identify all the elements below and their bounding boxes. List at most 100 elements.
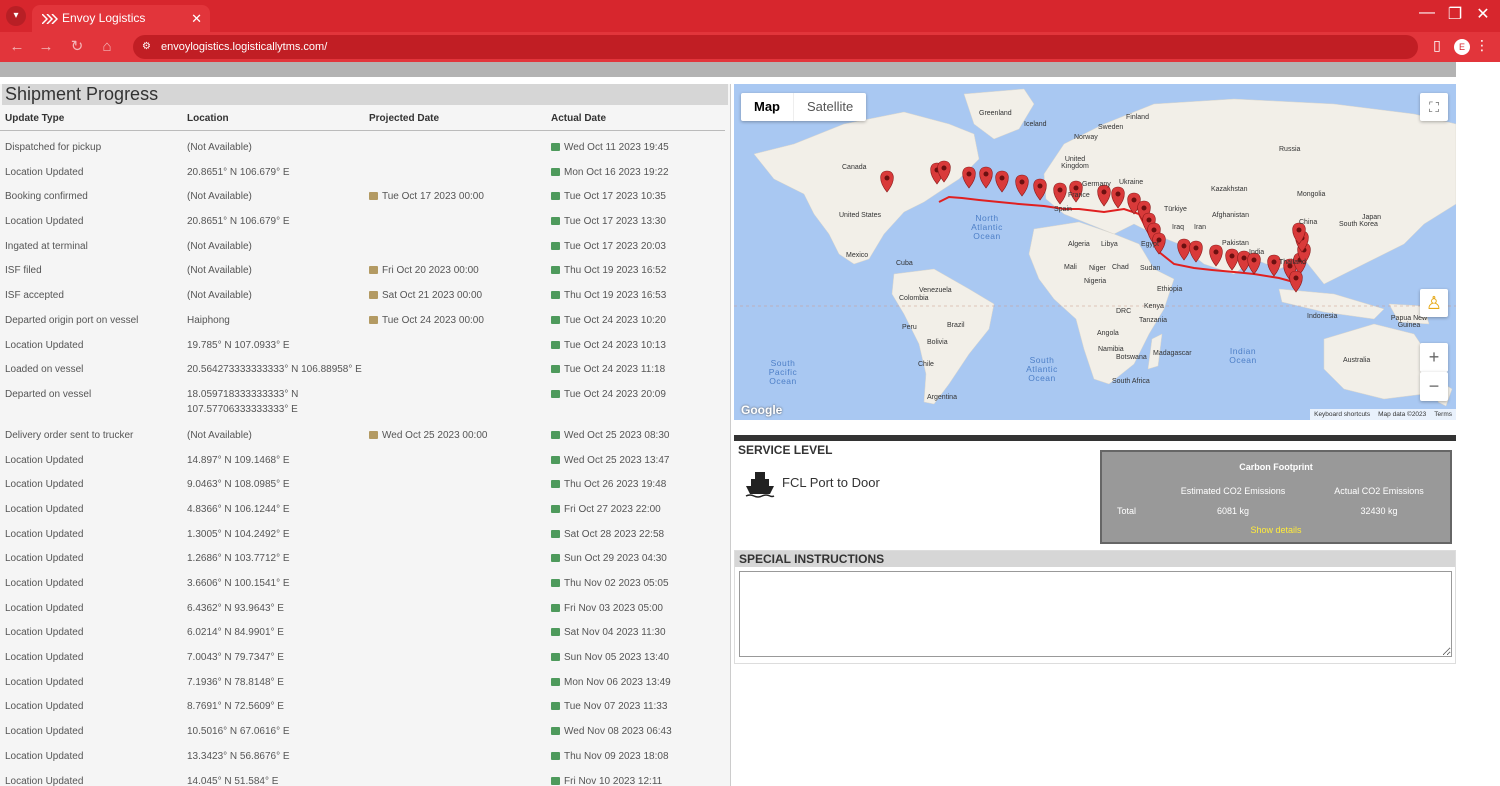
map-type-map-button[interactable]: Map xyxy=(741,93,793,121)
menu-kebab-icon[interactable]: ⋮ xyxy=(1472,37,1492,54)
cell-update-type: Booking confirmed xyxy=(5,191,88,203)
table-row: Delivery order sent to trucker (Not Avail… xyxy=(0,419,731,444)
restore-icon[interactable]: ❐ xyxy=(1440,4,1470,24)
map-label-brazil: Brazil xyxy=(947,322,965,329)
calendar-check-icon xyxy=(551,340,560,349)
cell-location: 6.0214° N 84.9901° E xyxy=(187,627,284,639)
actual-date-text: Wed Nov 08 2023 06:43 xyxy=(564,726,672,738)
cell-actual-date: Tue Nov 07 2023 11:33 xyxy=(551,699,667,714)
map-marker-icon[interactable] xyxy=(979,166,993,189)
header-location: Location xyxy=(187,113,229,124)
map-marker-dot xyxy=(884,175,890,181)
projected-date-text: Tue Oct 17 2023 00:00 xyxy=(382,191,484,203)
table-row: Location Updated 3.6606° N 100.1541° E Thu… xyxy=(0,567,731,592)
tab-search-button[interactable]: ▾ xyxy=(6,6,26,26)
cell-location: 19.785° N 107.0933° E xyxy=(187,339,290,351)
minimize-icon[interactable]: — xyxy=(1412,4,1442,22)
show-details-link[interactable]: Show details xyxy=(1102,525,1450,535)
cell-actual-date: Sat Nov 04 2023 11:30 xyxy=(551,625,666,640)
cell-update-type: Location Updated xyxy=(5,750,84,762)
map-marker-dot xyxy=(1146,217,1152,223)
map-label-norway: Norway xyxy=(1074,134,1098,141)
map-marker-icon[interactable] xyxy=(1015,174,1029,197)
calendar-check-icon xyxy=(551,217,560,226)
profile-avatar[interactable]: E xyxy=(1454,39,1470,55)
map-marker-icon[interactable] xyxy=(1177,238,1191,261)
street-view-pegman-icon[interactable]: ♙ xyxy=(1420,289,1448,317)
cell-actual-date: Fri Nov 03 2023 05:00 xyxy=(551,601,663,616)
ocean-south-atlantic: South Atlantic Ocean xyxy=(1026,355,1058,383)
map-label-egypt: Egypt xyxy=(1141,241,1159,248)
browser-tab[interactable]: Envoy Logistics ✕ xyxy=(32,5,210,32)
table-row: Dispatched for pickup (Not Available) Wed … xyxy=(0,131,731,156)
map-marker-dot xyxy=(1131,197,1137,203)
cell-update-type: Location Updated xyxy=(5,454,84,466)
fullscreen-icon[interactable]: ⛶ xyxy=(1420,93,1448,121)
actual-date-text: Tue Oct 24 2023 10:20 xyxy=(564,314,666,326)
ocean-indian: Indian Ocean xyxy=(1229,346,1257,365)
tab-title: Envoy Logistics xyxy=(62,11,146,25)
calendar-check-icon xyxy=(551,315,560,324)
map-marker-dot xyxy=(1181,243,1187,249)
carbon-actual-value: 32430 kg xyxy=(1360,506,1398,516)
actual-date-text: Sun Oct 29 2023 04:30 xyxy=(564,553,667,565)
map-label-libya: Libya xyxy=(1101,241,1118,248)
cell-projected-date: Sat Oct 21 2023 00:00 xyxy=(369,288,482,303)
zoom-out-button[interactable]: − xyxy=(1420,372,1448,401)
side-panel-icon[interactable]: ▯ xyxy=(1427,37,1447,54)
address-bar[interactable]: ⚙ envoylogistics.logisticallytms.com/ xyxy=(133,35,1418,59)
ocean-south-pacific: South Pacific Ocean xyxy=(768,358,798,386)
keyboard-shortcuts-link[interactable]: Keyboard shortcuts xyxy=(1314,409,1370,420)
map-attribution: Keyboard shortcuts Map data ©2023 Terms xyxy=(1310,409,1456,420)
carbon-estimated-header: Estimated CO2 Emissions xyxy=(1180,486,1286,496)
terms-link[interactable]: Terms xyxy=(1434,409,1452,420)
page-header-bar xyxy=(0,62,1456,77)
tab-close-icon[interactable]: ✕ xyxy=(191,5,202,32)
cell-actual-date: Sat Oct 28 2023 22:58 xyxy=(551,527,664,542)
actual-date-text: Tue Oct 24 2023 20:09 xyxy=(564,388,666,400)
calendar-check-icon xyxy=(551,291,560,300)
home-icon[interactable]: ⌂ xyxy=(96,36,118,58)
cell-update-type: Departed on vessel xyxy=(5,388,92,400)
map-type-satellite-button[interactable]: Satellite xyxy=(793,93,866,121)
special-instructions-title: SPECIAL INSTRUCTIONS xyxy=(735,551,1455,567)
back-icon[interactable]: ← xyxy=(6,36,28,58)
table-row: ISF filed (Not Available) Fri Oct 20 2023 … xyxy=(0,254,731,279)
map-marker-icon[interactable] xyxy=(1289,270,1303,293)
site-info-icon[interactable]: ⚙ xyxy=(142,35,151,59)
forward-icon[interactable]: → xyxy=(35,36,57,58)
cell-location: 8.7691° N 72.5609° E xyxy=(187,701,284,713)
cell-update-type: Loaded on vessel xyxy=(5,364,84,376)
map-marker-icon[interactable] xyxy=(1033,178,1047,201)
header-update-type: Update Type xyxy=(5,113,65,124)
map-label-germany: Germany xyxy=(1082,181,1111,188)
map-label-turkiye: Türkiye xyxy=(1164,206,1187,213)
special-instructions-input[interactable] xyxy=(739,571,1452,657)
reload-icon[interactable]: ↻ xyxy=(66,36,88,58)
cell-location: 14.045° N 51.584° E xyxy=(187,775,279,786)
actual-date-text: Mon Oct 16 2023 19:22 xyxy=(564,166,669,178)
map-label-united-states: United States xyxy=(839,212,882,219)
carbon-title: Carbon Footprint xyxy=(1239,462,1313,472)
zoom-in-button[interactable]: + xyxy=(1420,343,1448,372)
cell-location: 20.8651° N 106.679° E xyxy=(187,166,290,178)
cell-location: 7.0043° N 79.7347° E xyxy=(187,652,284,664)
map-marker-dot xyxy=(966,171,972,177)
map-marker-dot xyxy=(1241,255,1247,261)
map-marker-dot xyxy=(941,165,947,171)
cell-update-type: Location Updated xyxy=(5,528,84,540)
route-map[interactable]: Canada United States Mexico Cuba Venezue… xyxy=(734,84,1456,420)
map-marker-icon[interactable] xyxy=(1247,252,1261,275)
cell-update-type: ISF accepted xyxy=(5,290,64,302)
map-label-russia: Russia xyxy=(1279,146,1301,153)
map-label-nigeria: Nigeria xyxy=(1084,278,1107,285)
map-marker-icon[interactable] xyxy=(995,170,1009,193)
map-label-kazakhstan: Kazakhstan xyxy=(1211,186,1248,193)
table-row: Location Updated 20.8651° N 106.679° E Mon… xyxy=(0,156,731,181)
close-window-icon[interactable]: ✕ xyxy=(1468,4,1498,24)
table-row: Loaded on vessel 20.564273333333333° N 10… xyxy=(0,353,731,378)
carbon-actual-header: Actual CO2 Emissions xyxy=(1334,486,1424,496)
map-marker-icon[interactable] xyxy=(962,166,976,189)
actual-date-text: Fri Nov 10 2023 12:11 xyxy=(564,775,663,786)
cell-update-type: Location Updated xyxy=(5,166,84,178)
